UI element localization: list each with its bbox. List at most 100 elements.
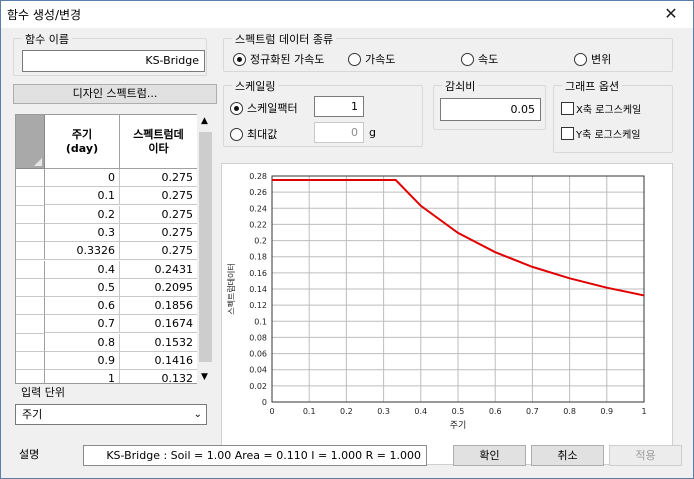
cell-period[interactable]: 0.7 [45, 315, 120, 334]
scroll-up-icon[interactable]: ▲ [201, 116, 208, 126]
row-header[interactable] [16, 370, 45, 383]
y-log-scale-checkbox[interactable]: Y축 로그스케일 [561, 126, 641, 141]
function-name-label: 함수 이름 [22, 31, 72, 47]
radio-button-icon [230, 101, 243, 115]
row-header[interactable] [16, 315, 45, 334]
y-tick-label: 0.14 [249, 285, 267, 294]
input-unit-label: 입력 단위 [18, 384, 68, 400]
y-tick-label: 0.02 [249, 382, 267, 391]
cell-period[interactable]: 0.5 [45, 278, 120, 297]
checkbox-label: Y축 로그스케일 [576, 130, 641, 141]
radio-normalized-acceleration[interactable]: 정규화된 가속도 [233, 51, 324, 67]
row-header[interactable] [16, 333, 45, 352]
cell-spectrum[interactable]: 0.275 [120, 242, 198, 261]
cell-period[interactable]: 0 [45, 169, 120, 187]
y-tick-label: 0.26 [249, 188, 267, 197]
y-tick-label: 0.2 [254, 237, 267, 246]
max-value-input[interactable]: 0 [314, 122, 364, 143]
x-tick-label: 1 [641, 407, 646, 416]
y-tick-label: 0.08 [249, 333, 267, 342]
row-header[interactable] [16, 242, 45, 261]
cell-period[interactable]: 0.8 [45, 333, 120, 352]
y-tick-label: 0.16 [249, 269, 267, 278]
row-header[interactable] [16, 205, 45, 224]
cell-period[interactable]: 1 [45, 370, 120, 383]
spectrum-type-label: 스펙트럼 데이터 종류 [232, 31, 337, 47]
cell-spectrum[interactable]: 0.1532 [120, 333, 198, 352]
function-name-input[interactable]: KS-Bridge [22, 50, 205, 72]
column-header-period[interactable]: 주기 (day) [45, 115, 120, 169]
radio-displacement[interactable]: 변위 [574, 51, 611, 67]
x-tick-label: 0 [269, 407, 274, 416]
row-header[interactable] [16, 278, 45, 298]
y-tick-label: 0.12 [249, 301, 267, 310]
cell-spectrum[interactable]: 0.275 [120, 223, 198, 242]
scaling-label: 스케일링 [232, 78, 279, 94]
radio-label: 정규화된 가속도 [250, 53, 325, 66]
cell-period[interactable]: 0.2 [45, 205, 120, 224]
cell-spectrum[interactable]: 0.275 [120, 205, 198, 224]
radio-velocity[interactable]: 속도 [461, 51, 498, 67]
x-log-scale-checkbox[interactable]: X축 로그스케일 [561, 101, 641, 116]
grid-scrollbar[interactable]: ▲ ▼ [197, 114, 214, 384]
description-label: 설명 [19, 448, 40, 461]
radio-acceleration[interactable]: 가속도 [348, 51, 395, 67]
radio-scale-factor[interactable]: 스케일팩터 [230, 100, 298, 116]
radio-max-value[interactable]: 최대값 [230, 126, 277, 142]
y-tick-label: 0.22 [249, 220, 267, 229]
spectrum-chart: 0 0.1 0.2 0.3 0.4 0.5 0.6 0.7 0.8 0.9 1 0 0.02 0.04 0.… [221, 163, 673, 465]
design-spectrum-button[interactable]: 디자인 스펙트럼... [13, 84, 217, 104]
cell-spectrum[interactable]: 0.2431 [120, 260, 198, 279]
y-tick-label: 0.28 [249, 172, 267, 181]
scale-factor-input[interactable]: 1 [314, 96, 364, 117]
x-tick-label: 0.8 [563, 407, 576, 416]
y-tick-label: 0.1 [254, 317, 267, 326]
scroll-down-icon[interactable]: ▼ [201, 372, 208, 382]
cell-spectrum[interactable]: 0.1856 [120, 297, 198, 316]
apply-button[interactable]: 적용 [609, 445, 682, 466]
title-bar[interactable]: 함수 생성/변경 ✕ [1, 1, 693, 28]
spectrum-data-grid[interactable]: 주기 (day) 스펙트럼데 이타 0 0.275 0.1 0.275 0.2 0.275… [15, 114, 214, 384]
cell-spectrum[interactable]: 0.2095 [120, 278, 198, 297]
y-axis-label: 스펙트럼데이터 [226, 263, 236, 315]
row-header[interactable] [16, 187, 45, 206]
column-header-spectrum-label: 스펙트럼데 이타 [133, 127, 184, 155]
damping-input[interactable]: 0.05 [440, 98, 541, 121]
cell-spectrum[interactable]: 0.275 [120, 169, 198, 187]
cancel-button[interactable]: 취소 [531, 445, 604, 466]
radio-label: 속도 [478, 53, 499, 66]
checkbox-label: X축 로그스케일 [576, 105, 642, 116]
row-header[interactable] [16, 260, 45, 279]
cell-period[interactable]: 0.6 [45, 297, 120, 316]
row-header[interactable] [16, 223, 45, 243]
damping-label: 감쇠비 [442, 78, 479, 94]
function-dialog: 함수 생성/변경 ✕ 함수 이름 KS-Bridge 디자인 스펙트럼... 스… [0, 0, 694, 479]
cell-period[interactable]: 0.3 [45, 223, 120, 242]
x-tick-label: 0.1 [303, 407, 316, 416]
close-icon[interactable]: ✕ [653, 2, 689, 26]
y-tick-label: 0 [262, 398, 267, 407]
ok-button[interactable]: 확인 [453, 445, 526, 466]
radio-button-icon [574, 52, 587, 66]
row-header[interactable] [16, 297, 45, 316]
cell-spectrum[interactable]: 0.1674 [120, 315, 198, 334]
dialog-body: 함수 이름 KS-Bridge 디자인 스펙트럼... 스펙트럼 데이터 종류 … [1, 28, 693, 478]
radio-label: 최대값 [247, 128, 278, 141]
radio-label: 스케일팩터 [247, 102, 298, 115]
column-header-spectrum[interactable]: 스펙트럼데 이타 [120, 115, 198, 169]
cell-period[interactable]: 0.3326 [45, 242, 120, 261]
description-field[interactable]: KS-Bridge : Soil = 1.00 Area = 0.110 I =… [83, 445, 427, 466]
input-unit-select[interactable]: 주기 ⌄ [15, 404, 207, 425]
grid-corner[interactable] [16, 115, 45, 169]
row-header[interactable] [16, 352, 45, 371]
cell-spectrum[interactable]: 0.275 [120, 187, 198, 206]
cell-period[interactable]: 0.4 [45, 260, 120, 279]
column-header-period-label: 주기 (day) [65, 127, 99, 155]
spectrum-type-group: 스펙트럼 데이터 종류 정규화된 가속도 가속도 속도 변위 [223, 31, 673, 72]
cell-period[interactable]: 0.9 [45, 352, 120, 370]
cell-spectrum[interactable]: 0.132 [120, 370, 198, 383]
cell-spectrum[interactable]: 0.1416 [120, 352, 198, 370]
row-header[interactable] [16, 169, 45, 188]
cell-period[interactable]: 0.1 [45, 187, 120, 206]
scrollbar-thumb[interactable] [199, 132, 212, 362]
